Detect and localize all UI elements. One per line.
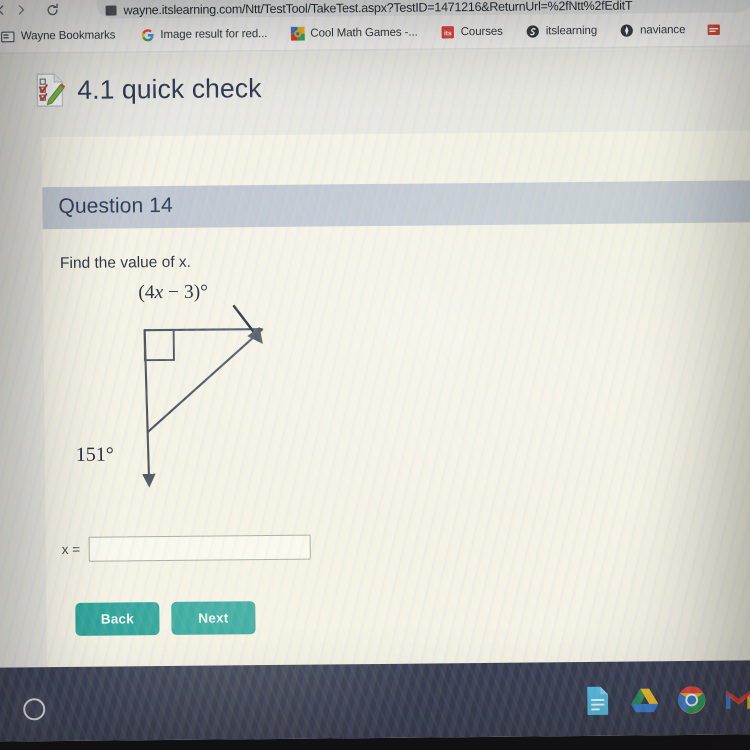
angle-expression-label: (4x − 3)° (138, 283, 208, 303)
red-bookmark-icon (707, 24, 720, 36)
gmail-icon[interactable] (724, 684, 750, 714)
page-title: 4.1 quick check (77, 72, 262, 105)
geometry-figure: (4x − 3)° 151° (61, 283, 283, 515)
google-docs-icon[interactable] (583, 686, 612, 716)
answer-label: x = (61, 541, 81, 558)
bookmark-label: Image result for red... (160, 28, 268, 42)
bookmark-naviance[interactable]: naviance (616, 21, 694, 40)
folder-icon (1, 31, 15, 43)
chromebook-screen: wayne.itslearning.com/Ntt/TestTool/TakeT… (0, 0, 750, 742)
test-content-card: Question 14 Find the value of x. (4x − 3… (41, 130, 750, 684)
google-chrome-icon[interactable] (677, 685, 706, 715)
back-arrow-icon[interactable] (0, 1, 11, 19)
page-header: 4.1 quick check (35, 71, 262, 107)
bookmark-image-result[interactable]: Image result for red... (136, 25, 276, 44)
bookmark-label: Courses (460, 25, 503, 39)
triangle-diagram: (4x − 3)° 151° (76, 283, 264, 488)
angle-value-label: 151° (76, 444, 114, 466)
back-button[interactable]: Back (75, 602, 160, 636)
question-text: Find the value of x. (59, 253, 192, 273)
reload-icon[interactable] (42, 0, 62, 18)
itslearning-icon (526, 25, 539, 38)
its-icon: its (441, 26, 454, 39)
bookmark-overflow[interactable] (702, 21, 726, 39)
photo-of-screen: wayne.itslearning.com/Ntt/TestTool/TakeT… (0, 0, 750, 750)
google-g-icon (141, 29, 154, 42)
launcher-circle-icon[interactable] (23, 698, 46, 721)
answer-input[interactable] (89, 534, 312, 562)
coolmath-icon (290, 26, 305, 41)
chromeos-shelf (0, 660, 750, 742)
shelf-app-icons (583, 684, 750, 716)
bookmark-label: Wayne Bookmarks (20, 29, 116, 43)
naviance-icon (620, 24, 634, 37)
question-heading-band: Question 14 (42, 180, 750, 230)
navigation-buttons: Back Next (75, 601, 256, 636)
right-angle-square (143, 329, 175, 362)
bookmark-wayne-bookmarks[interactable]: Wayne Bookmarks (0, 26, 124, 45)
next-button[interactable]: Next (171, 601, 256, 635)
page-body: 4.1 quick check Question 14 Find the val… (0, 48, 750, 711)
answer-row: x = (61, 534, 312, 562)
forward-arrow-icon[interactable] (10, 1, 30, 19)
bookmark-itslearning[interactable]: itslearning (522, 22, 606, 41)
svg-text:its: its (444, 30, 452, 37)
bookmark-label: itslearning (545, 24, 598, 38)
bookmark-cool-math-games[interactable]: Cool Math Games -... (286, 23, 426, 42)
page-info-icon[interactable] (105, 5, 117, 16)
google-drive-icon[interactable] (630, 685, 659, 715)
bookmark-label: Cool Math Games -... (310, 26, 418, 40)
test-document-icon (36, 73, 66, 107)
question-heading: Question 14 (58, 193, 173, 219)
bookmark-courses[interactable]: its Courses (437, 23, 512, 42)
bookmark-label: naviance (640, 24, 686, 37)
